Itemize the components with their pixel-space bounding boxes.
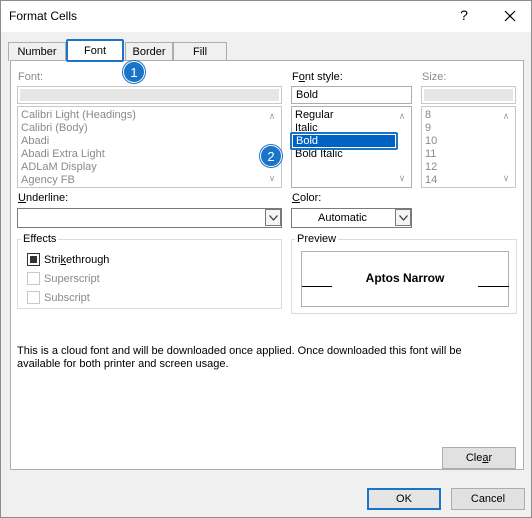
- step-badge-1: 1: [123, 61, 145, 83]
- step-badge-2: 2: [260, 145, 282, 167]
- close-button[interactable]: [498, 4, 522, 28]
- close-icon: [504, 10, 516, 22]
- subscript-label[interactable]: Subscript: [44, 292, 90, 304]
- list-item[interactable]: ADLaM Display: [21, 161, 97, 174]
- tab-font[interactable]: Font: [66, 39, 124, 62]
- tab-number[interactable]: Number: [8, 42, 66, 61]
- title-bar: Format Cells ?: [1, 1, 531, 32]
- scroll-up-icon[interactable]: ∧: [395, 110, 409, 122]
- font-label: Font:: [18, 71, 44, 83]
- strikethrough-checkbox[interactable]: [27, 253, 40, 266]
- color-label: Color:: [292, 192, 322, 204]
- font-style-value: Bold: [296, 89, 319, 101]
- font-list[interactable]: Calibri Light (Headings) Calibri (Body) …: [17, 106, 282, 188]
- list-item[interactable]: 12: [425, 161, 437, 174]
- help-button[interactable]: ?: [457, 7, 471, 23]
- effects-title: Effects: [21, 233, 59, 245]
- font-style-selected-item[interactable]: Bold: [290, 132, 398, 150]
- underline-label: Underline:: [18, 192, 69, 204]
- underline-select[interactable]: [17, 208, 282, 228]
- font-style-label: Font style:: [292, 71, 343, 83]
- clear-button[interactable]: Clear: [442, 447, 516, 469]
- list-item[interactable]: Regular: [295, 109, 334, 122]
- list-item[interactable]: 9: [425, 122, 431, 135]
- superscript-checkbox[interactable]: [27, 272, 40, 285]
- list-item[interactable]: 11: [425, 148, 436, 161]
- list-item[interactable]: Calibri Light (Headings): [21, 109, 136, 122]
- subscript-checkbox[interactable]: [27, 291, 40, 304]
- list-item[interactable]: 10: [425, 135, 437, 148]
- list-item[interactable]: 8: [425, 109, 431, 122]
- size-label: Size:: [422, 71, 447, 83]
- cloud-font-note: This is a cloud font and will be downloa…: [17, 345, 462, 370]
- chevron-down-icon[interactable]: [265, 209, 281, 226]
- size-input[interactable]: [421, 86, 516, 104]
- superscript-label[interactable]: Superscript: [44, 273, 100, 285]
- scroll-down-icon[interactable]: ∨: [265, 172, 279, 184]
- font-style-input[interactable]: Bold: [291, 86, 412, 104]
- scroll-down-icon[interactable]: ∨: [499, 172, 513, 184]
- preview-title: Preview: [295, 233, 339, 245]
- preview-box: Aptos Narrow: [301, 251, 509, 307]
- ok-button[interactable]: OK: [367, 488, 441, 510]
- preview-text: Aptos Narrow: [365, 271, 445, 285]
- tab-strip: Number Border Fill Font: [1, 39, 531, 62]
- list-item[interactable]: Abadi Extra Light: [21, 148, 105, 161]
- color-value: Automatic: [318, 212, 367, 224]
- scroll-up-icon[interactable]: ∧: [265, 110, 279, 122]
- dialog-title: Format Cells: [9, 9, 78, 23]
- size-list[interactable]: 8 9 10 11 12 14 ∧ ∨: [421, 106, 516, 188]
- list-item[interactable]: Calibri (Body): [21, 122, 88, 135]
- font-input[interactable]: [17, 86, 282, 104]
- list-item[interactable]: Agency FB: [21, 174, 75, 187]
- list-item[interactable]: Abadi: [21, 135, 49, 148]
- cancel-button[interactable]: Cancel: [451, 488, 525, 510]
- format-cells-dialog: Format Cells ? Number Border Fill Font 1…: [0, 0, 532, 518]
- chevron-down-icon[interactable]: [395, 209, 411, 226]
- scroll-down-icon[interactable]: ∨: [395, 172, 409, 184]
- list-item[interactable]: 14: [425, 174, 437, 187]
- strikethrough-label[interactable]: Strikethrough: [44, 254, 109, 266]
- color-select[interactable]: Automatic: [291, 208, 412, 228]
- tab-border[interactable]: Border: [125, 42, 173, 61]
- scroll-up-icon[interactable]: ∧: [499, 110, 513, 122]
- tab-fill[interactable]: Fill: [173, 42, 227, 61]
